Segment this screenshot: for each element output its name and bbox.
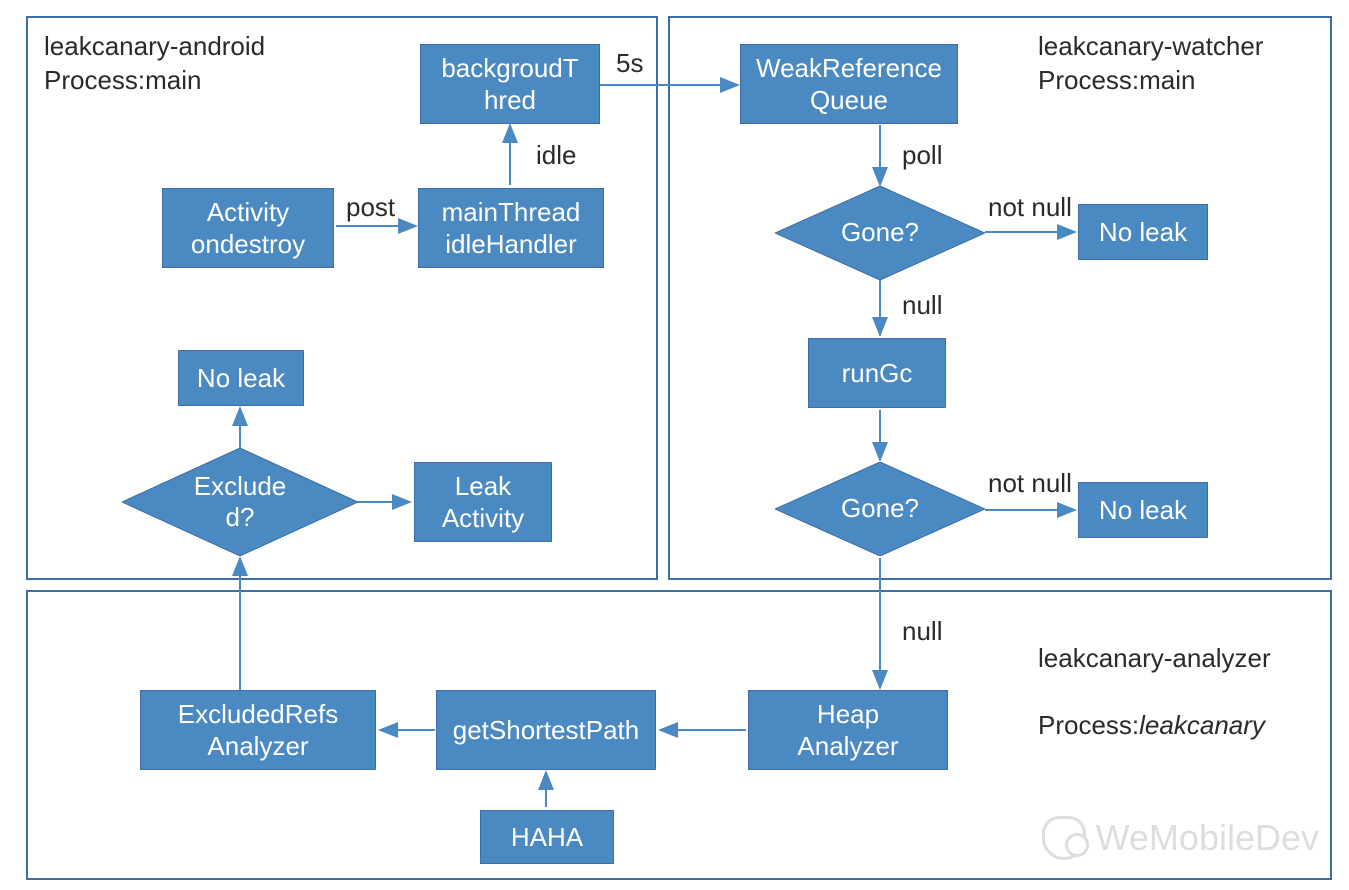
wechat-icon <box>1042 816 1086 860</box>
watermark-text: WeMobileDev <box>1096 817 1319 859</box>
container-analyzer-process-label: Process: <box>1038 710 1139 740</box>
box-get-shortest-path: getShortestPath <box>436 690 656 770</box>
edge-label-not-null-2: not null <box>988 468 1072 499</box>
edge-label-idle: idle <box>536 140 576 171</box>
diamond-gone-1-label: Gone? <box>775 186 985 280</box>
container-android-label: leakcanary-android Process:main <box>44 30 265 98</box>
box-excluded-refs-analyzer: ExcludedRefs Analyzer <box>140 690 376 770</box>
box-no-leak-2: No leak <box>1078 482 1208 538</box>
box-mainthread-idlehandler: mainThread idleHandler <box>418 188 604 268</box>
edge-label-post: post <box>346 192 395 223</box>
box-heap-analyzer: Heap Analyzer <box>748 690 948 770</box>
diamond-gone-2: Gone? <box>775 462 985 556</box>
edge-label-5s: 5s <box>616 48 643 79</box>
edge-label-null-2: null <box>902 616 942 647</box>
edge-label-null-1: null <box>902 290 942 321</box>
box-haha: HAHA <box>480 810 614 864</box>
box-background-thread: backgroudT hred <box>420 44 600 124</box>
box-no-leak-1: No leak <box>1078 204 1208 260</box>
container-analyzer-title: leakcanary-analyzer <box>1038 643 1271 673</box>
watermark: WeMobileDev <box>1042 816 1319 860</box>
container-watcher-label: leakcanary-watcher Process:main <box>1038 30 1263 98</box>
diamond-excluded-label: Exclude d? <box>122 448 358 556</box>
diamond-gone-1: Gone? <box>775 186 985 280</box>
box-runGc: runGc <box>808 338 946 408</box>
edge-label-not-null-1: not null <box>988 192 1072 223</box>
diamond-gone-2-label: Gone? <box>775 462 985 556</box>
box-activity-ondestroy: Activity ondestroy <box>162 188 334 268</box>
container-analyzer-label: leakcanary-analyzer Process:leakcanary <box>1038 608 1271 743</box>
box-weakref-queue: WeakReference Queue <box>740 44 958 124</box>
box-leak-activity: Leak Activity <box>414 462 552 542</box>
edge-label-poll: poll <box>902 140 942 171</box>
container-analyzer-process-name: leakcanary <box>1139 710 1265 740</box>
diamond-excluded: Exclude d? <box>122 448 358 556</box>
box-no-leak-3: No leak <box>178 350 304 406</box>
